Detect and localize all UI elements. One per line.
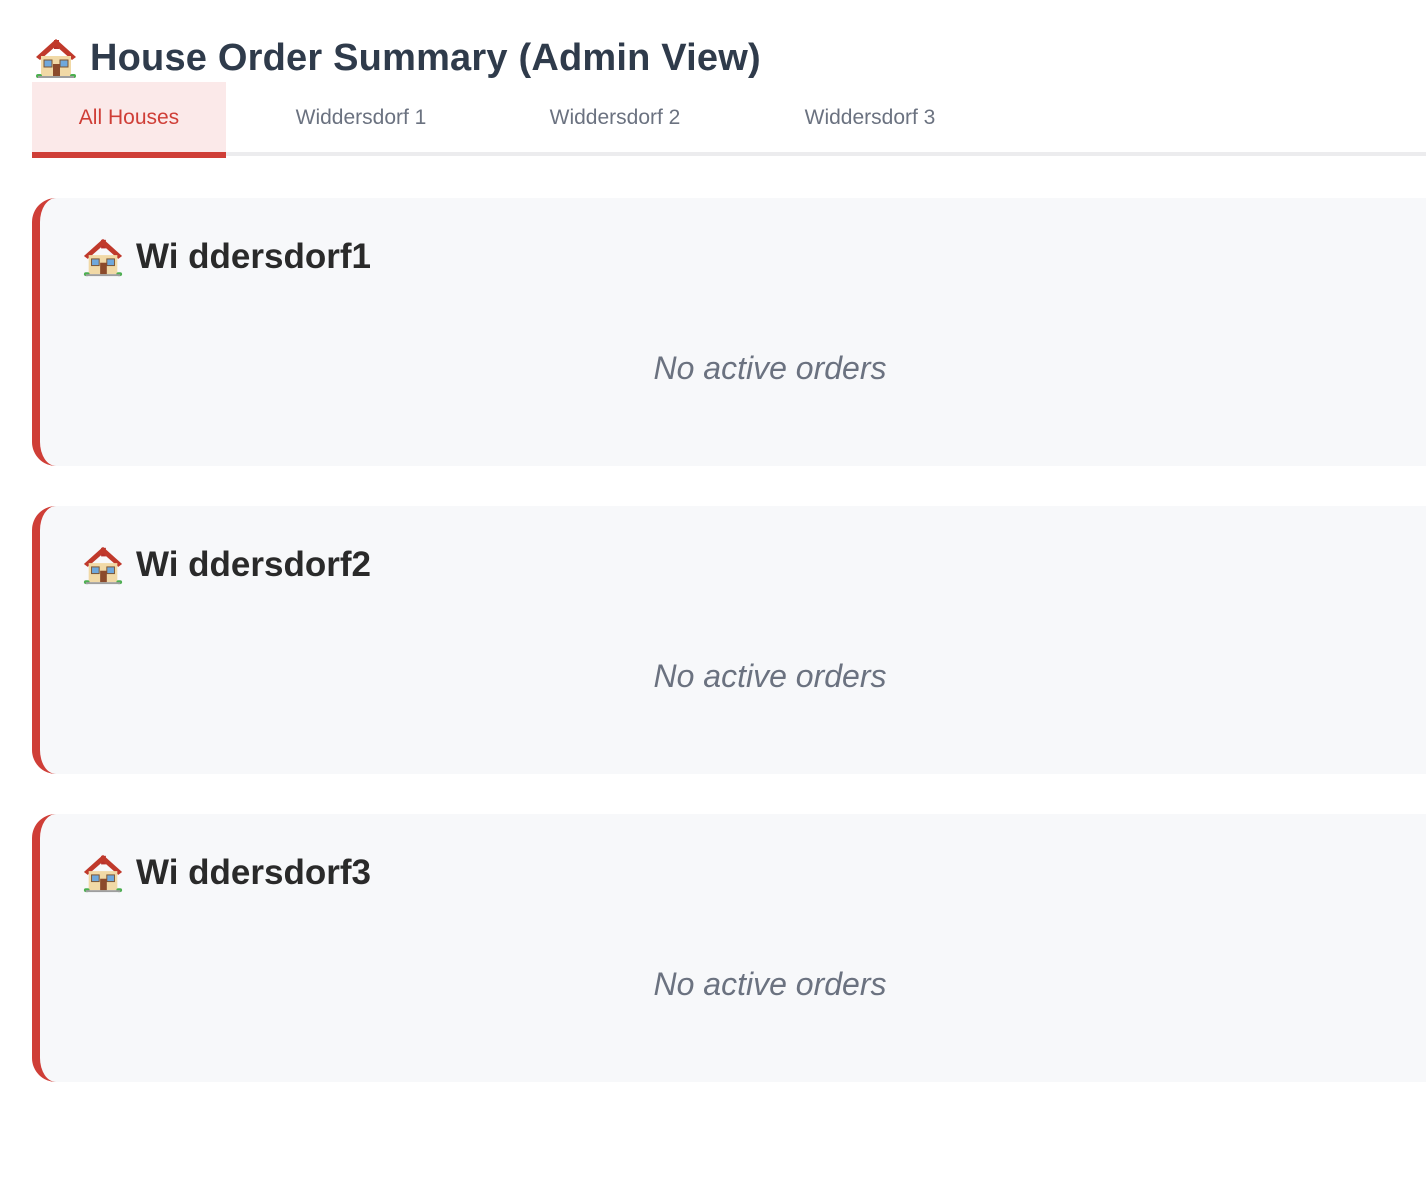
empty-orders-message: No active orders	[653, 658, 887, 694]
house-card-header: Wi ddersdorf3	[82, 852, 371, 894]
tab-widdersdorf-1[interactable]: Widdersdorf 1	[226, 82, 496, 154]
house-card: Wi ddersdorf1 No active orders	[32, 198, 1426, 466]
house-icon	[36, 39, 76, 78]
house-card: Wi ddersdorf3 No active orders	[32, 814, 1426, 1082]
house-card-title: Wi ddersdorf1	[136, 237, 371, 276]
house-icon	[83, 546, 123, 585]
house-icon	[83, 854, 123, 893]
tab-all-houses[interactable]: All Houses	[32, 82, 226, 158]
tab-widdersdorf-3[interactable]: Widdersdorf 3	[734, 82, 1006, 154]
house-order-summary-page: House Order Summary (Admin View) All Hou…	[0, 0, 1426, 1178]
house-tabs: All Houses Widdersdorf 1 Widdersdorf 2 W…	[32, 82, 1426, 158]
tab-widdersdorf-2[interactable]: Widdersdorf 2	[496, 82, 734, 154]
empty-orders-message: No active orders	[653, 966, 887, 1002]
house-card-title: Wi ddersdorf2	[136, 545, 371, 584]
house-card: Wi ddersdorf2 No active orders	[32, 506, 1426, 774]
house-icon	[83, 238, 123, 277]
page-header: House Order Summary (Admin View)	[34, 36, 761, 80]
house-card-header: Wi ddersdorf1	[82, 236, 371, 278]
house-card-header: Wi ddersdorf2	[82, 544, 371, 586]
page-title: House Order Summary (Admin View)	[90, 36, 761, 79]
house-card-title: Wi ddersdorf3	[136, 853, 371, 892]
empty-orders-message: No active orders	[653, 350, 887, 386]
